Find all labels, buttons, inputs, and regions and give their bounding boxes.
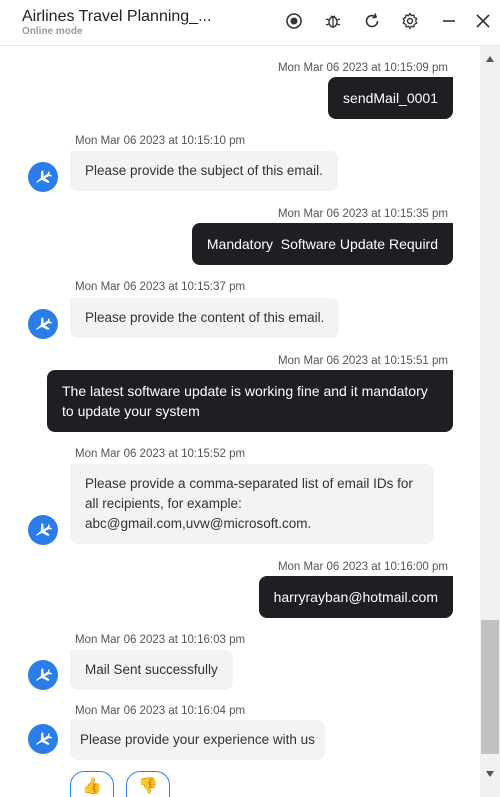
airplane-icon (36, 523, 53, 537)
bot-message: Please provide a comma-separated list of… (70, 464, 434, 544)
scrollbar-thumb[interactable] (481, 620, 499, 754)
thumbs-up-icon: 👍 (82, 778, 102, 795)
airplane-icon (36, 668, 53, 682)
bot-message: Please provide the content of this email… (70, 298, 340, 338)
message-timestamp: Mon Mar 06 2023 at 10:15:51 pm (277, 355, 448, 367)
message-list[interactable]: Mon Mar 06 2023 at 10:15:09 pm sendMail_… (0, 46, 478, 797)
gear-icon[interactable] (400, 11, 420, 31)
user-message: sendMail_0001 (328, 77, 453, 119)
record-icon[interactable] (284, 11, 304, 31)
user-message: The latest software update is working fi… (47, 370, 453, 432)
message-timestamp: Mon Mar 06 2023 at 10:15:35 pm (277, 208, 448, 220)
bot-message: Mail Sent successfully (70, 650, 233, 690)
thumbs-down-icon: 👎 (138, 778, 158, 795)
bot-avatar (28, 660, 58, 690)
bug-icon[interactable] (323, 11, 343, 31)
airplane-icon (36, 317, 53, 331)
message-timestamp: Mon Mar 06 2023 at 10:15:52 pm (75, 448, 246, 460)
scroll-down-arrow-icon[interactable] (486, 771, 494, 777)
message-timestamp: Mon Mar 06 2023 at 10:16:03 pm (75, 634, 246, 646)
bot-avatar (28, 309, 58, 339)
bot-avatar (28, 724, 58, 754)
connection-status: Online mode (22, 26, 83, 37)
minimize-icon[interactable] (439, 11, 459, 31)
refresh-icon[interactable] (362, 11, 382, 31)
bot-avatar (28, 162, 58, 192)
message-timestamp: Mon Mar 06 2023 at 10:15:09 pm (277, 62, 448, 74)
message-timestamp: Mon Mar 06 2023 at 10:15:37 pm (75, 281, 246, 293)
airplane-icon (36, 170, 53, 184)
airplane-icon (36, 732, 53, 746)
bot-message: Please provide the subject of this email… (70, 151, 338, 191)
message-timestamp: Mon Mar 06 2023 at 10:16:04 pm (75, 705, 246, 717)
thumbs-down-button[interactable]: 👎 (126, 771, 170, 797)
chat-header: Airlines Travel Planning_... Online mode (0, 0, 500, 46)
user-message: harryrayban@hotmail.com (258, 576, 453, 618)
bot-avatar (28, 515, 58, 545)
thumbs-up-button[interactable]: 👍 (70, 771, 114, 797)
message-timestamp: Mon Mar 06 2023 at 10:16:00 pm (277, 561, 448, 573)
close-icon[interactable] (473, 11, 493, 31)
user-message: Mandatory Software Update Requird (191, 223, 453, 265)
bot-message: Please provide your experience with us (70, 720, 325, 760)
chat-title: Airlines Travel Planning_... (22, 8, 212, 25)
message-timestamp: Mon Mar 06 2023 at 10:15:10 pm (75, 135, 246, 147)
scroll-up-arrow-icon[interactable] (486, 56, 494, 62)
